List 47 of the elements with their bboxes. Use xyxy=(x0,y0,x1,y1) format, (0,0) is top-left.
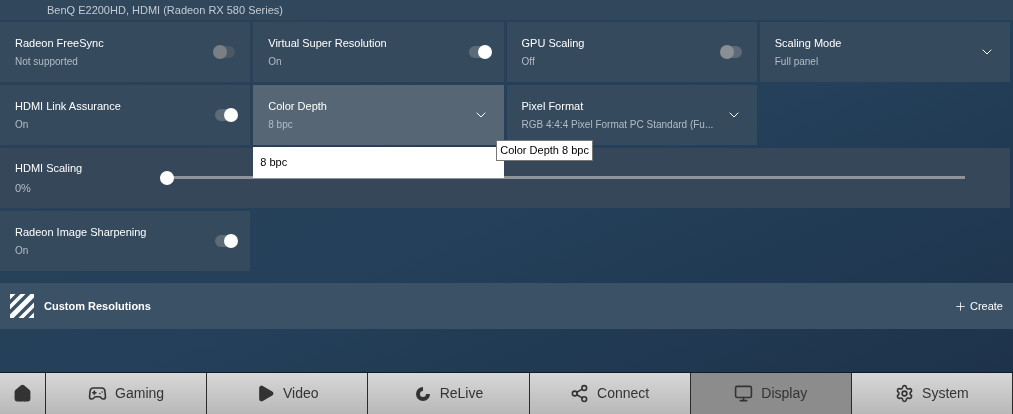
monitor-icon xyxy=(734,384,754,403)
slider-track[interactable] xyxy=(160,171,965,185)
toggle-switch[interactable] xyxy=(721,46,742,58)
device-name: BenQ E2200HD, HDMI (Radeon RX 580 Series) xyxy=(47,3,283,17)
setting-label: HDMI Link Assurance xyxy=(15,98,121,114)
setting-label: HDMI Scaling xyxy=(15,161,84,176)
setting-label: Virtual Super Resolution xyxy=(268,35,387,51)
home-icon xyxy=(13,384,32,403)
toggle-switch[interactable] xyxy=(215,109,236,121)
setting-tile[interactable]: GPU Scaling Off xyxy=(506,22,757,82)
setting-label: Pixel Format xyxy=(521,98,585,114)
slider-thumb[interactable] xyxy=(160,171,174,185)
striped-square-icon xyxy=(10,294,34,318)
setting-label: Radeon Image Sharpening xyxy=(15,224,147,240)
nav-tab[interactable]: Display xyxy=(690,373,852,414)
setting-value: 0% xyxy=(15,180,32,196)
setting-tile[interactable]: Pixel Format RGB 4:4:4 Pixel Format PC Standard (Fu... xyxy=(506,85,757,145)
section-title: Custom Resolutions xyxy=(44,298,151,314)
setting-value: 8 bpc xyxy=(268,118,294,133)
nav-tab[interactable]: Connect xyxy=(529,373,691,414)
nav-tab[interactable]: Video xyxy=(207,373,369,414)
setting-tile[interactable]: Virtual Super Resolution On xyxy=(253,22,504,82)
gear-icon xyxy=(895,384,915,403)
setting-value: Not supported xyxy=(15,55,79,70)
setting-tile[interactable]: HDMI Link Assurance On xyxy=(0,85,251,145)
nodes-icon xyxy=(570,384,589,403)
nav-tab[interactable]: ReLive xyxy=(368,373,530,414)
nav-tab[interactable]: Gaming xyxy=(46,373,208,414)
toggle-switch[interactable] xyxy=(468,46,489,58)
setting-label: Color Depth xyxy=(268,98,327,114)
setting-value: On xyxy=(15,244,30,259)
gamepad-icon xyxy=(88,384,108,403)
setting-label: Radeon FreeSync xyxy=(15,35,104,51)
plus-icon xyxy=(953,299,967,313)
setting-value: Off xyxy=(521,55,536,70)
tooltip: Color Depth 8 bpc xyxy=(496,140,593,161)
setting-label: Scaling Mode xyxy=(774,35,842,51)
home-tab[interactable] xyxy=(0,373,46,414)
setting-label: GPU Scaling xyxy=(521,35,585,51)
setting-value: On xyxy=(268,55,283,70)
setting-value: Full panel xyxy=(774,55,820,70)
setting-tile[interactable]: Radeon Image Sharpening On xyxy=(0,211,251,271)
toggle-switch[interactable] xyxy=(215,235,236,247)
create-button[interactable]: Create xyxy=(953,297,1003,315)
setting-value: On xyxy=(15,118,30,133)
nav-tab[interactable]: System xyxy=(851,373,1013,414)
setting-tile[interactable]: Scaling Mode Full panel xyxy=(759,22,1010,82)
